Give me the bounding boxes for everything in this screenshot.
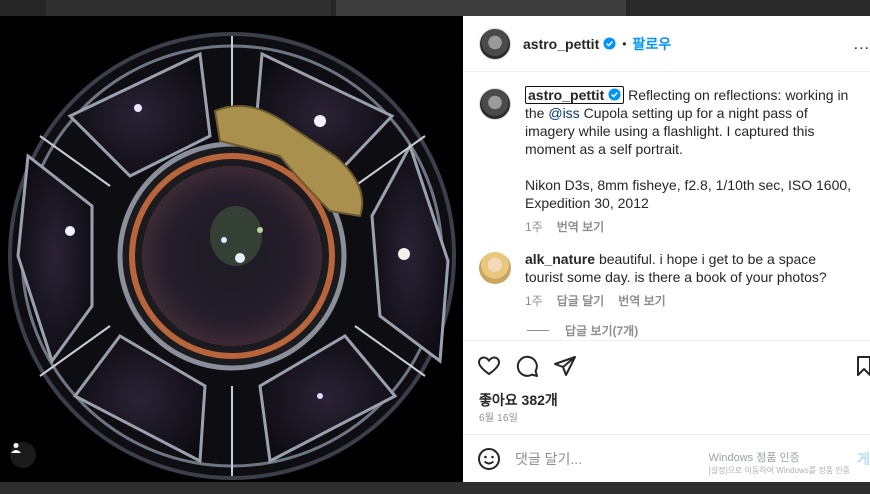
- user-tag-icon: [11, 443, 21, 453]
- mention-link[interactable]: @iss: [548, 105, 579, 121]
- heart-icon[interactable]: [477, 354, 501, 378]
- post-header: astro_pettit • 팔로우 ...: [463, 16, 870, 72]
- commenter-avatar[interactable]: [479, 252, 511, 284]
- comment-icon[interactable]: [515, 354, 539, 378]
- feed-tile: [336, 0, 626, 16]
- comment-meta: 1주 답글 달기 번역 보기: [525, 292, 854, 310]
- post-photo: [0, 16, 463, 482]
- verified-badge-icon: [608, 88, 621, 101]
- more-options-icon[interactable]: ...: [854, 36, 870, 54]
- likes-count[interactable]: 좋아요 382개: [463, 390, 870, 410]
- watermark-line1: Windows 정품 인증: [708, 452, 800, 464]
- action-bar: [463, 340, 870, 390]
- share-icon[interactable]: [553, 354, 577, 378]
- author-username[interactable]: astro_pettit: [523, 36, 599, 52]
- replies-divider: [527, 330, 549, 331]
- caption-body: astro_pettit Reflecting on reflections: …: [525, 86, 854, 236]
- post-comment-button[interactable]: 게: [857, 449, 870, 469]
- post-date[interactable]: 6월 16일: [463, 410, 870, 434]
- caption: astro_pettit Reflecting on reflections: …: [479, 86, 854, 236]
- reply-button[interactable]: 답글 달기: [557, 292, 605, 310]
- feed-tile: [46, 0, 331, 16]
- separator-dot: •: [622, 36, 627, 51]
- comment-item: alk_nature beautiful. i hope i get to be…: [479, 250, 854, 310]
- cupola-photo: [0, 16, 463, 482]
- post-side-panel: astro_pettit • 팔로우 ... astro_pettit Refl…: [463, 16, 870, 482]
- feed-strip-bottom: [0, 482, 870, 494]
- emoji-icon[interactable]: [477, 447, 501, 471]
- caption-text: astro_pettit Reflecting on reflections: …: [525, 86, 854, 158]
- view-replies-button[interactable]: 답글 보기(7개): [527, 322, 854, 339]
- comment-composer: 게 Windows 정품 인증 [설정]으로 이동하여 Windows를 정품 …: [463, 434, 870, 482]
- author-avatar[interactable]: [479, 27, 511, 60]
- comment-text: alk_nature beautiful. i hope i get to be…: [525, 250, 854, 286]
- caption-avatar[interactable]: [479, 88, 511, 120]
- commenter-username[interactable]: alk_nature: [525, 251, 595, 267]
- caption-details: Nikon D3s, 8mm fisheye, f2.8, 1/10th sec…: [525, 177, 852, 211]
- comments-section: astro_pettit Reflecting on reflections: …: [463, 72, 870, 340]
- verified-badge-icon: [603, 37, 616, 50]
- post-modal: astro_pettit • 팔로우 ... astro_pettit Refl…: [0, 16, 870, 482]
- view-replies-label: 답글 보기(7개): [565, 324, 639, 338]
- comment-translate-button[interactable]: 번역 보기: [618, 292, 666, 310]
- bookmark-icon[interactable]: [852, 354, 870, 378]
- comment-time[interactable]: 1주: [525, 292, 543, 310]
- caption-time[interactable]: 1주: [525, 218, 543, 236]
- user-tag-button[interactable]: [10, 442, 36, 468]
- os-activation-watermark: Windows 정품 인증 [설정]으로 이동하여 Windows를 정품 인증: [709, 449, 850, 476]
- caption-username[interactable]: astro_pettit: [525, 86, 625, 104]
- caption-meta: 1주 번역 보기: [525, 218, 854, 236]
- follow-button[interactable]: 팔로우: [632, 34, 671, 54]
- feed-tile: [630, 0, 870, 16]
- watermark-line2: [설정]으로 이동하여 Windows를 정품 인증: [708, 466, 850, 475]
- translate-button[interactable]: 번역 보기: [557, 218, 605, 236]
- comment-body: alk_nature beautiful. i hope i get to be…: [525, 250, 854, 310]
